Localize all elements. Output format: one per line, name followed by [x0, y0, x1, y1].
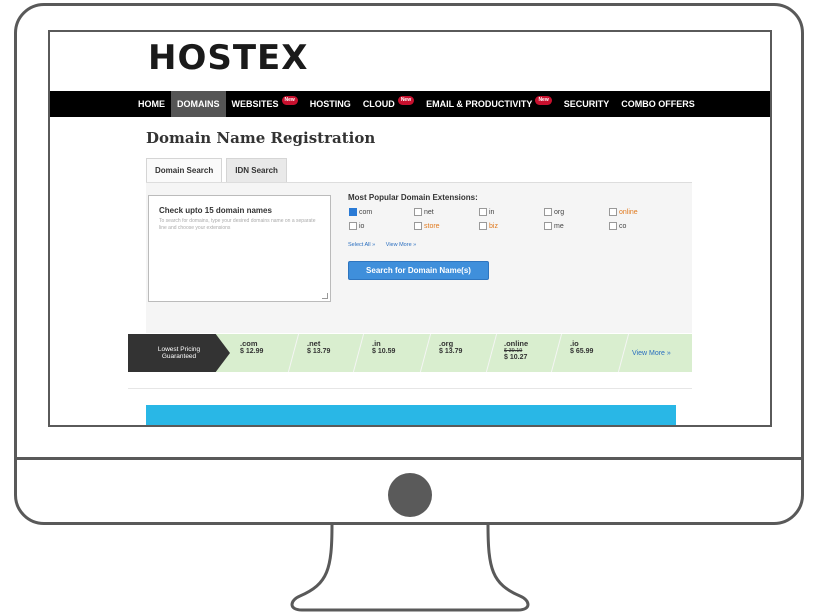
- tab-idn-search[interactable]: IDN Search: [226, 158, 287, 182]
- nav-item-cloud[interactable]: CLOUD New: [357, 91, 420, 117]
- pricing-view-more-link[interactable]: View More »: [632, 350, 671, 357]
- nav-item-domains[interactable]: DOMAINS: [171, 91, 226, 117]
- price-tld: .online: [504, 339, 529, 348]
- price-item-online[interactable]: .online $ 39.19 $ 10.27: [504, 339, 528, 361]
- hostex-logo[interactable]: HOSTEX: [148, 38, 308, 78]
- checkbox-icon: [609, 208, 617, 216]
- price-amount: $ 13.79: [307, 348, 331, 355]
- checkbox-icon: [609, 222, 617, 230]
- price-item-com[interactable]: .com $ 12.99: [240, 339, 263, 355]
- nav-item-combo-offers[interactable]: COMBO OFFERS: [615, 91, 701, 117]
- price-item-io[interactable]: .io $ 65.99: [570, 339, 593, 355]
- ext-checkbox-store[interactable]: store: [414, 222, 479, 230]
- nav-item-security[interactable]: SECURITY: [558, 91, 616, 117]
- screen: HOSTEX HOME DOMAINS WEBSITES New HOSTING …: [48, 30, 772, 427]
- price-tld: .io: [570, 339, 579, 348]
- ext-checkbox-org[interactable]: org: [544, 208, 609, 216]
- nav-label: SECURITY: [563, 99, 610, 109]
- page-title: Domain Name Registration: [146, 129, 376, 147]
- checkbox-icon: [414, 208, 422, 216]
- checkbox-icon: [479, 208, 487, 216]
- ext-checkbox-biz[interactable]: biz: [479, 222, 544, 230]
- ext-label: io: [359, 222, 365, 230]
- search-domain-button[interactable]: Search for Domain Name(s): [348, 261, 489, 280]
- nav-label: HOME: [138, 99, 165, 109]
- ext-checkbox-in[interactable]: in: [479, 208, 544, 216]
- ext-checkbox-online[interactable]: online: [609, 208, 674, 216]
- price-tld: .in: [372, 339, 381, 348]
- nav-item-home[interactable]: HOME: [132, 91, 171, 117]
- new-badge: New: [281, 95, 298, 105]
- nav-label: DOMAINS: [177, 99, 220, 109]
- textarea-title: Check upto 15 domain names: [159, 206, 272, 215]
- price-amount: $ 10.59: [372, 348, 396, 355]
- ext-label: net: [424, 208, 434, 216]
- checkbox-icon: [479, 222, 487, 230]
- nav-label: EMAIL & PRODUCTIVITY: [426, 99, 533, 109]
- nav-item-websites[interactable]: WEBSITES New: [226, 91, 304, 117]
- nav-label: CLOUD: [362, 99, 395, 109]
- checkbox-icon: [349, 208, 357, 216]
- logo-text: HOSTEX: [148, 38, 309, 78]
- textarea-hint: To search for domains, type your desired…: [159, 218, 316, 231]
- monitor-stand: [290, 524, 530, 612]
- checkbox-icon: [544, 222, 552, 230]
- search-tabs: Domain Search IDN Search: [146, 158, 291, 182]
- nav-label: HOSTING: [309, 99, 351, 109]
- ext-label: org: [554, 208, 565, 216]
- nav-label: COMBO OFFERS: [621, 99, 695, 109]
- new-badge: New: [535, 95, 552, 105]
- ext-label: store: [424, 222, 440, 230]
- pricing-label-line1: Lowest Pricing: [157, 346, 201, 353]
- new-badge: New: [397, 95, 415, 105]
- ext-label: biz: [489, 222, 498, 230]
- ext-label: me: [554, 222, 564, 230]
- ext-checkbox-net[interactable]: net: [414, 208, 479, 216]
- extensions-heading: Most Popular Domain Extensions:: [348, 193, 478, 202]
- price-tld: .net: [307, 339, 321, 348]
- ext-label: in: [489, 208, 495, 216]
- ext-checkbox-com[interactable]: com: [349, 208, 414, 216]
- ext-checkbox-me[interactable]: me: [544, 222, 609, 230]
- nav-item-hosting[interactable]: HOSTING: [304, 91, 357, 117]
- extensions-grid: com net in org online io store biz me co: [349, 208, 679, 230]
- checkbox-icon: [544, 208, 552, 216]
- price-amount: $ 13.79: [439, 348, 463, 355]
- domain-names-textarea[interactable]: Check upto 15 domain names To search for…: [148, 195, 331, 302]
- main-nav: HOME DOMAINS WEBSITES New HOSTING CLOUD Ne…: [50, 91, 770, 117]
- price-amount: $ 10.27: [504, 354, 528, 361]
- resize-handle-icon[interactable]: [322, 293, 328, 299]
- price-item-net[interactable]: .net $ 13.79: [307, 339, 330, 355]
- nav-label: WEBSITES: [231, 99, 279, 109]
- ext-label: online: [619, 208, 638, 216]
- promo-banner[interactable]: [146, 405, 676, 425]
- price-item-org[interactable]: .org $ 13.79: [439, 339, 462, 355]
- extension-links: Select All » View More »: [348, 242, 425, 248]
- pricing-label-line2: Guaranteed: [161, 353, 197, 360]
- checkbox-icon: [349, 222, 357, 230]
- power-button-icon: [388, 473, 432, 517]
- ext-label: com: [359, 208, 373, 216]
- ext-checkbox-co[interactable]: co: [609, 222, 674, 230]
- ext-label: co: [619, 222, 627, 230]
- section-divider: [128, 388, 692, 389]
- monitor-chin-divider: [14, 457, 804, 460]
- price-amount: $ 12.99: [240, 348, 264, 355]
- nav-item-email-productivity[interactable]: EMAIL & PRODUCTIVITY New: [420, 91, 558, 117]
- checkbox-icon: [414, 222, 422, 230]
- lowest-pricing-label: Lowest Pricing Guaranteed: [128, 334, 230, 372]
- price-item-in[interactable]: .in $ 10.59: [372, 339, 395, 355]
- view-more-extensions-link[interactable]: View More »: [386, 242, 416, 248]
- select-all-link[interactable]: Select All »: [348, 242, 375, 248]
- price-tld: .com: [240, 339, 258, 348]
- tab-domain-search[interactable]: Domain Search: [146, 158, 223, 182]
- price-amount: $ 65.99: [570, 348, 594, 355]
- price-tld: .org: [439, 339, 454, 348]
- ext-checkbox-io[interactable]: io: [349, 222, 414, 230]
